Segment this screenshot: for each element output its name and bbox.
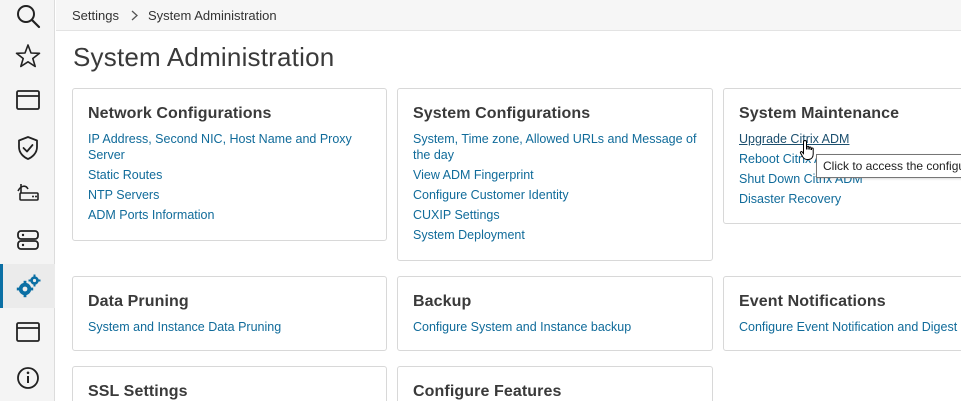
link-system-deployment[interactable]: System Deployment xyxy=(413,227,697,243)
window-icon xyxy=(15,90,40,110)
gears-icon xyxy=(16,274,40,298)
tooltip: Click to access the configu xyxy=(816,154,961,178)
link-upgrade-adm[interactable]: Upgrade Citrix ADM xyxy=(739,131,957,147)
link-system-timezone[interactable]: System, Time zone, Allowed URLs and Mess… xyxy=(413,131,697,163)
card-title: System Configurations xyxy=(413,105,591,122)
shield-icon xyxy=(17,136,38,160)
card-title: Event Notifications xyxy=(739,293,886,310)
link-adm-fingerprint[interactable]: View ADM Fingerprint xyxy=(413,167,697,183)
link-ip-address[interactable]: IP Address, Second NIC, Host Name and Pr… xyxy=(88,131,371,163)
link-adm-ports[interactable]: ADM Ports Information xyxy=(88,207,371,223)
network-icon xyxy=(16,184,39,201)
link-data-pruning[interactable]: System and Instance Data Pruning xyxy=(88,319,371,335)
sidebar-item-security[interactable] xyxy=(0,126,55,170)
star-icon xyxy=(15,44,40,68)
chevron-right-icon xyxy=(130,10,139,21)
page-title: System Administration xyxy=(73,42,335,72)
card-event-notifications: Event Notifications Configure Event Noti… xyxy=(723,276,961,351)
link-static-routes[interactable]: Static Routes xyxy=(88,167,371,183)
link-customer-identity[interactable]: Configure Customer Identity xyxy=(413,187,697,203)
card-title: System Maintenance xyxy=(739,105,900,122)
card-title: Configure Features xyxy=(413,383,562,400)
link-disaster-recovery[interactable]: Disaster Recovery xyxy=(739,191,957,207)
card-network-configurations: Network Configurations IP Address, Secon… xyxy=(72,88,387,241)
info-icon xyxy=(16,367,39,389)
card-data-pruning: Data Pruning System and Instance Data Pr… xyxy=(72,276,387,351)
card-title: Network Configurations xyxy=(88,105,272,122)
link-configure-backup[interactable]: Configure System and Instance backup xyxy=(413,319,697,335)
sidebar-item-about[interactable] xyxy=(0,356,55,400)
sidebar-item-network[interactable] xyxy=(0,170,55,214)
link-cuxip-settings[interactable]: CUXIP Settings xyxy=(413,207,697,223)
sidebar-item-settings[interactable] xyxy=(0,264,55,308)
sidebar-item-search[interactable] xyxy=(0,0,55,38)
servers-icon xyxy=(16,230,39,250)
card-title: SSL Settings xyxy=(88,383,188,400)
sidebar-item-dashboard[interactable] xyxy=(0,310,55,354)
card-backup: Backup Configure System and Instance bac… xyxy=(397,276,713,351)
hand-cursor-icon xyxy=(799,139,814,160)
sidebar-item-applications[interactable] xyxy=(0,78,55,122)
card-title: Backup xyxy=(413,293,472,310)
window-icon xyxy=(15,322,40,342)
card-configure-features: Configure Features xyxy=(397,366,713,401)
breadcrumb-current: System Administration xyxy=(147,7,277,23)
card-title: Data Pruning xyxy=(88,293,189,310)
card-system-configurations: System Configurations System, Time zone,… xyxy=(397,88,713,261)
breadcrumb-settings[interactable]: Settings xyxy=(72,8,119,23)
search-icon xyxy=(16,5,40,29)
breadcrumb: Settings System Administration xyxy=(56,0,961,31)
sidebar-item-infrastructure[interactable] xyxy=(0,218,55,262)
sidebar-item-favorites[interactable] xyxy=(0,34,55,78)
card-ssl-settings: SSL Settings xyxy=(72,366,387,401)
sidebar xyxy=(0,0,55,401)
link-ntp-servers[interactable]: NTP Servers xyxy=(88,187,371,203)
link-event-notification[interactable]: Configure Event Notification and Digest xyxy=(739,319,957,335)
